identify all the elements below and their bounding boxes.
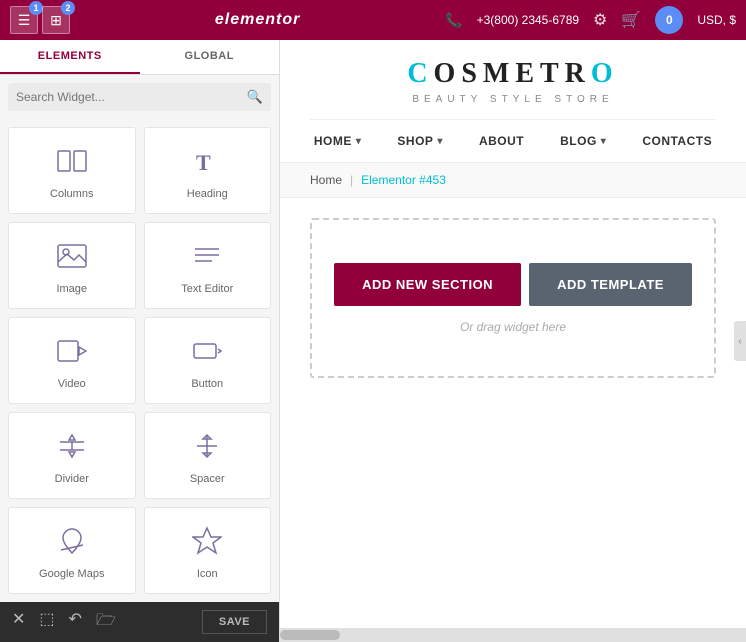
icon-widget-icon	[192, 526, 222, 560]
editor-drop-zone: ADD NEW SECTION ADD TEMPLATE Or drag wid…	[310, 218, 716, 378]
widget-image-label: Image	[56, 283, 87, 295]
tab-global[interactable]: GLOBAL	[140, 40, 280, 74]
add-new-section-button[interactable]: ADD NEW SECTION	[334, 263, 521, 306]
currency-label: USD, $	[697, 13, 736, 27]
widget-video[interactable]: Video	[8, 317, 136, 404]
nav-blog[interactable]: BLOG ▾	[560, 134, 606, 148]
editor-zone-buttons: ADD NEW SECTION ADD TEMPLATE	[334, 263, 692, 306]
breadcrumb-current: Elementor #453	[361, 173, 446, 187]
top-bar: ☰ 1 ⊞ 2 elementor 📞 +3(800) 2345-6789 ⚙ …	[0, 0, 746, 40]
heading-icon: T	[192, 146, 222, 180]
toolbar-left-icons: ✕ ⬚ ↶ 🗁	[12, 609, 116, 636]
user-avatar[interactable]: 0	[655, 6, 683, 34]
widget-image[interactable]: Image	[8, 222, 136, 309]
tab-elements[interactable]: ELEMENTS	[0, 40, 140, 74]
breadcrumb-separator: |	[350, 173, 353, 187]
logo-teal-c: C	[407, 58, 433, 89]
widgets-grid: Columns T Heading Image	[0, 119, 279, 602]
sidebar-toolbar: ✕ ⬚ ↶ 🗁 SAVE	[0, 602, 279, 642]
site-nav: HOME ▾ SHOP ▾ ABOUT BLOG ▾ C	[310, 120, 716, 162]
canvas-horizontal-scrollbar[interactable]	[280, 628, 746, 642]
columns-icon	[57, 146, 87, 180]
drag-hint: Or drag widget here	[460, 320, 566, 334]
site-header: COSMETRO BEAUTY STYLE STORE HOME ▾ SHOP …	[280, 40, 746, 163]
widget-google-maps[interactable]: Google Maps	[8, 507, 136, 594]
nav-home[interactable]: HOME ▾	[314, 134, 362, 148]
widget-heading[interactable]: T Heading	[144, 127, 272, 214]
breadcrumb: Home | Elementor #453	[280, 163, 746, 198]
widget-heading-label: Heading	[187, 188, 228, 200]
widget-divider-label: Divider	[55, 473, 89, 485]
google-maps-icon	[57, 526, 87, 560]
phone-icon: 📞	[445, 12, 462, 29]
widget-icon-label: Icon	[197, 568, 218, 580]
search-icon: 🔍	[247, 89, 263, 105]
shop-dropdown-arrow: ▾	[437, 136, 443, 147]
app-title: elementor	[215, 11, 300, 29]
widget-icon[interactable]: Icon	[144, 507, 272, 594]
search-input[interactable]	[16, 90, 241, 104]
phone-number: +3(800) 2345-6789	[477, 13, 579, 27]
sidebar: ELEMENTS GLOBAL 🔍 Columns T	[0, 40, 280, 642]
website-preview: COSMETRO BEAUTY STYLE STORE HOME ▾ SHOP …	[280, 40, 746, 628]
widget-button[interactable]: Button	[144, 317, 272, 404]
widget-spacer[interactable]: Spacer	[144, 412, 272, 499]
main-layout: ELEMENTS GLOBAL 🔍 Columns T	[0, 40, 746, 642]
spacer-icon	[192, 431, 222, 465]
svg-text:T: T	[196, 150, 211, 175]
hamburger-button[interactable]: ☰ 1	[10, 6, 38, 34]
widget-columns[interactable]: Columns	[8, 127, 136, 214]
button-icon	[192, 336, 222, 370]
logo-teal-o: O	[591, 58, 619, 89]
cart-icon[interactable]: 🛒	[621, 10, 641, 30]
canvas-area: COSMETRO BEAUTY STYLE STORE HOME ▾ SHOP …	[280, 40, 746, 642]
widget-button-label: Button	[191, 378, 223, 390]
home-dropdown-arrow: ▾	[356, 136, 362, 147]
blog-dropdown-arrow: ▾	[601, 136, 607, 147]
widget-columns-label: Columns	[50, 188, 93, 200]
video-icon	[57, 336, 87, 370]
site-logo: COSMETRO	[407, 58, 618, 90]
widget-google-maps-label: Google Maps	[39, 568, 104, 580]
save-button[interactable]: SAVE	[202, 610, 267, 634]
widget-text-editor[interactable]: Text Editor	[144, 222, 272, 309]
sidebar-collapse-handle[interactable]: ‹	[734, 321, 746, 361]
nav-contacts[interactable]: CONTACTS	[642, 134, 712, 148]
folder-icon[interactable]: 🗁	[96, 609, 116, 636]
hamburger-badge: 1	[29, 1, 43, 15]
site-logo-area: COSMETRO BEAUTY STYLE STORE	[310, 40, 716, 120]
avatar-count: 0	[666, 13, 673, 27]
elementor-logo-text: elementor	[215, 11, 300, 28]
grid-badge: 2	[61, 1, 75, 15]
nav-about[interactable]: ABOUT	[479, 134, 524, 148]
divider-icon	[57, 431, 87, 465]
widget-divider[interactable]: Divider	[8, 412, 136, 499]
widget-video-label: Video	[58, 378, 86, 390]
top-bar-left: ☰ 1 ⊞ 2	[10, 6, 70, 34]
nav-shop[interactable]: SHOP ▾	[397, 134, 443, 148]
search-box: 🔍	[8, 83, 271, 111]
top-bar-right: 📞 +3(800) 2345-6789 ⚙ 🛒 0 USD, $	[445, 6, 736, 34]
history-icon[interactable]: ↶	[69, 609, 82, 636]
close-toolbar-icon[interactable]: ✕	[12, 609, 25, 636]
sidebar-tabs: ELEMENTS GLOBAL	[0, 40, 279, 75]
breadcrumb-home[interactable]: Home	[310, 173, 342, 187]
widget-text-editor-label: Text Editor	[181, 283, 233, 295]
text-editor-icon	[192, 241, 222, 275]
grid-view-button[interactable]: ⊞ 2	[42, 6, 70, 34]
logo-o1: OSMETR	[434, 58, 591, 89]
scrollbar-thumb[interactable]	[280, 630, 340, 640]
image-icon	[57, 241, 87, 275]
add-template-button[interactable]: ADD TEMPLATE	[529, 263, 692, 306]
settings-icon[interactable]: ⚙	[593, 10, 607, 30]
site-tagline: BEAUTY STYLE STORE	[412, 94, 613, 105]
preview-icon[interactable]: ⬚	[39, 609, 54, 636]
widget-spacer-label: Spacer	[190, 473, 225, 485]
